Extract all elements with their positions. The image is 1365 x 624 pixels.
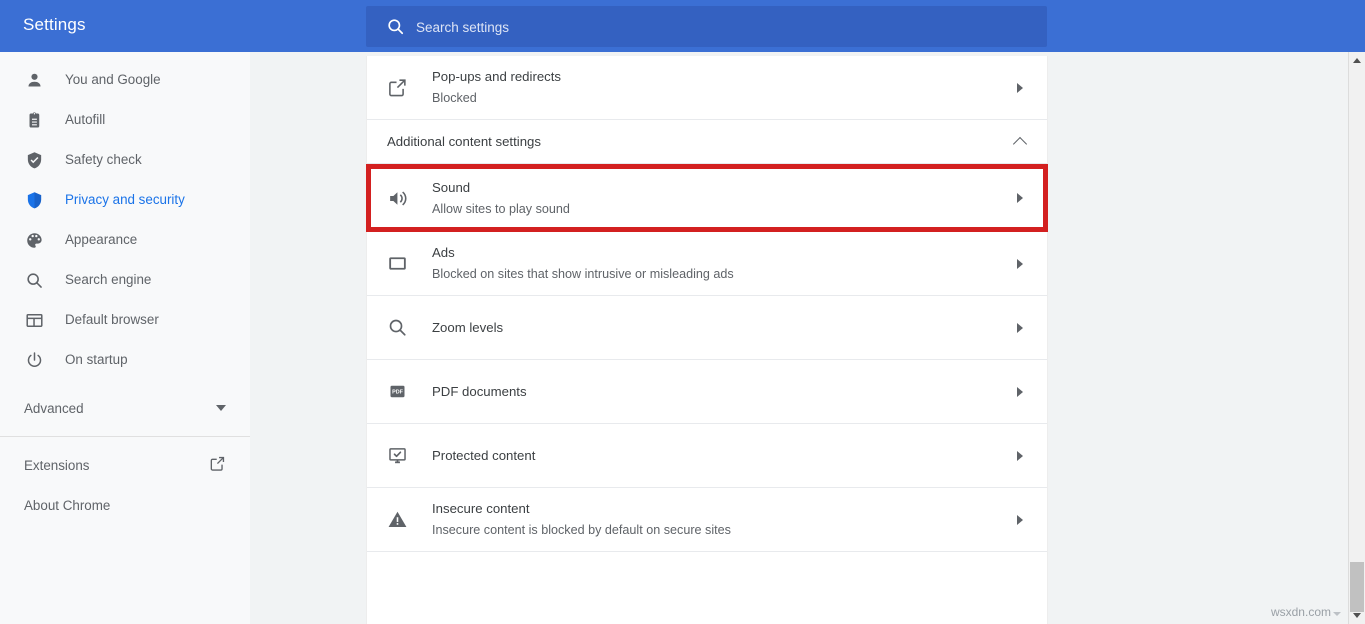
monitor-check-icon	[385, 444, 409, 468]
row-subtitle: Blocked on sites that show intrusive or …	[432, 265, 1005, 283]
scroll-down-arrow-icon[interactable]	[1349, 607, 1365, 624]
triangle-right-icon[interactable]	[1013, 385, 1027, 399]
triangle-right-icon[interactable]	[1013, 513, 1027, 527]
sidebar-item-label: Default browser	[65, 313, 159, 326]
external-link-icon	[385, 76, 409, 100]
content-settings-card: Pop-ups and redirects Blocked Additional…	[366, 56, 1048, 624]
sidebar-item-safety-check[interactable]: Safety check	[0, 140, 250, 180]
power-icon	[24, 350, 44, 370]
watermark: wsxdn.com	[1271, 605, 1341, 619]
row-title: Protected content	[432, 447, 1005, 465]
row-title: Zoom levels	[432, 319, 1005, 337]
sidebar-item-appearance[interactable]: Appearance	[0, 220, 250, 260]
shield-icon	[24, 190, 44, 210]
row-text-group: PDF documents	[432, 383, 1005, 401]
watermark-text: wsxdn.com	[1271, 605, 1331, 619]
row-text-group: Ads Blocked on sites that show intrusive…	[432, 244, 1005, 283]
row-title: Pop-ups and redirects	[432, 68, 1005, 86]
magnifier-icon	[24, 270, 44, 290]
settings-page: Settings You and Google	[0, 0, 1365, 624]
row-popups-and-redirects[interactable]: Pop-ups and redirects Blocked	[367, 56, 1047, 120]
sidebar-item-label: About Chrome	[24, 498, 226, 513]
row-text-group: Insecure content Insecure content is blo…	[432, 500, 1005, 539]
triangle-right-icon[interactable]	[1013, 257, 1027, 271]
sidebar-advanced-label: Advanced	[24, 401, 216, 416]
settings-content-area: Pop-ups and redirects Blocked Additional…	[250, 52, 1365, 624]
sidebar-item-advanced[interactable]: Advanced	[0, 388, 250, 428]
sidebar-item-you-and-google[interactable]: You and Google	[0, 60, 250, 100]
external-link-icon	[209, 455, 226, 475]
sidebar-divider	[0, 436, 250, 437]
scrollbar-thumb[interactable]	[1350, 562, 1364, 612]
triangle-right-icon[interactable]	[1013, 191, 1027, 205]
clipboard-icon	[24, 110, 44, 130]
triangle-right-icon[interactable]	[1013, 81, 1027, 95]
search-input[interactable]	[414, 6, 1038, 49]
row-title: PDF documents	[432, 383, 1005, 401]
warning-triangle-icon	[385, 508, 409, 532]
sidebar-item-default-browser[interactable]: Default browser	[0, 300, 250, 340]
speaker-icon	[385, 186, 409, 210]
sidebar-item-label: You and Google	[65, 73, 161, 86]
sidebar-item-label: Search engine	[65, 273, 151, 286]
row-pdf-documents[interactable]: PDF PDF documents	[367, 360, 1047, 424]
person-icon	[24, 70, 44, 90]
svg-text:PDF: PDF	[392, 389, 404, 395]
row-text-group: Additional content settings	[387, 133, 1005, 151]
row-title: Sound	[432, 179, 1005, 197]
sidebar-item-search-engine[interactable]: Search engine	[0, 260, 250, 300]
scroll-up-arrow-icon[interactable]	[1349, 52, 1365, 69]
row-title: Additional content settings	[387, 133, 1005, 151]
row-subtitle: Blocked	[432, 89, 1005, 107]
sidebar-item-label: Safety check	[65, 153, 142, 166]
app-header: Settings	[0, 0, 1365, 52]
palette-icon	[24, 230, 44, 250]
row-insecure-content[interactable]: Insecure content Insecure content is blo…	[367, 488, 1047, 552]
row-additional-content-settings[interactable]: Additional content settings	[367, 120, 1047, 164]
browser-window-icon	[24, 310, 44, 330]
settings-sidebar: You and Google Autofill Safety check	[0, 52, 250, 624]
sidebar-item-on-startup[interactable]: On startup	[0, 340, 250, 380]
page-scrollbar[interactable]	[1348, 52, 1365, 624]
sidebar-item-label: Autofill	[65, 113, 105, 126]
row-sound[interactable]: Sound Allow sites to play sound	[367, 164, 1047, 232]
sidebar-item-label: Extensions	[24, 458, 209, 473]
triangle-right-icon[interactable]	[1013, 449, 1027, 463]
row-title: Ads	[432, 244, 1005, 262]
sidebar-item-label: Appearance	[65, 233, 137, 246]
sidebar-item-about-chrome[interactable]: About Chrome	[0, 485, 250, 525]
row-zoom-levels[interactable]: Zoom levels	[367, 296, 1047, 360]
row-subtitle: Allow sites to play sound	[432, 200, 1005, 218]
search-icon	[386, 17, 405, 36]
row-ads[interactable]: Ads Blocked on sites that show intrusive…	[367, 232, 1047, 296]
sidebar-item-autofill[interactable]: Autofill	[0, 100, 250, 140]
sidebar-item-label: Privacy and security	[65, 193, 185, 206]
row-title: Insecure content	[432, 500, 1005, 518]
row-text-group: Pop-ups and redirects Blocked	[432, 68, 1005, 107]
sidebar-item-label: On startup	[65, 353, 128, 366]
chevron-down-icon	[216, 405, 226, 411]
sidebar-item-extensions[interactable]: Extensions	[0, 445, 250, 485]
search-settings-box[interactable]	[366, 6, 1047, 47]
chevron-up-icon[interactable]	[1013, 135, 1027, 149]
ad-box-icon	[385, 252, 409, 276]
magnifier-icon	[385, 316, 409, 340]
row-subtitle: Insecure content is blocked by default o…	[432, 521, 1005, 539]
page-title: Settings	[23, 15, 86, 35]
pdf-icon: PDF	[385, 380, 409, 404]
sound-row-slot: Sound Allow sites to play sound	[367, 164, 1047, 232]
row-text-group: Zoom levels	[432, 319, 1005, 337]
sidebar-item-privacy-and-security[interactable]: Privacy and security	[0, 180, 250, 220]
shield-check-icon	[24, 150, 44, 170]
row-text-group: Protected content	[432, 447, 1005, 465]
row-protected-content[interactable]: Protected content	[367, 424, 1047, 488]
row-text-group: Sound Allow sites to play sound	[432, 179, 1005, 218]
triangle-right-icon[interactable]	[1013, 321, 1027, 335]
caret-down-icon	[1333, 612, 1341, 616]
